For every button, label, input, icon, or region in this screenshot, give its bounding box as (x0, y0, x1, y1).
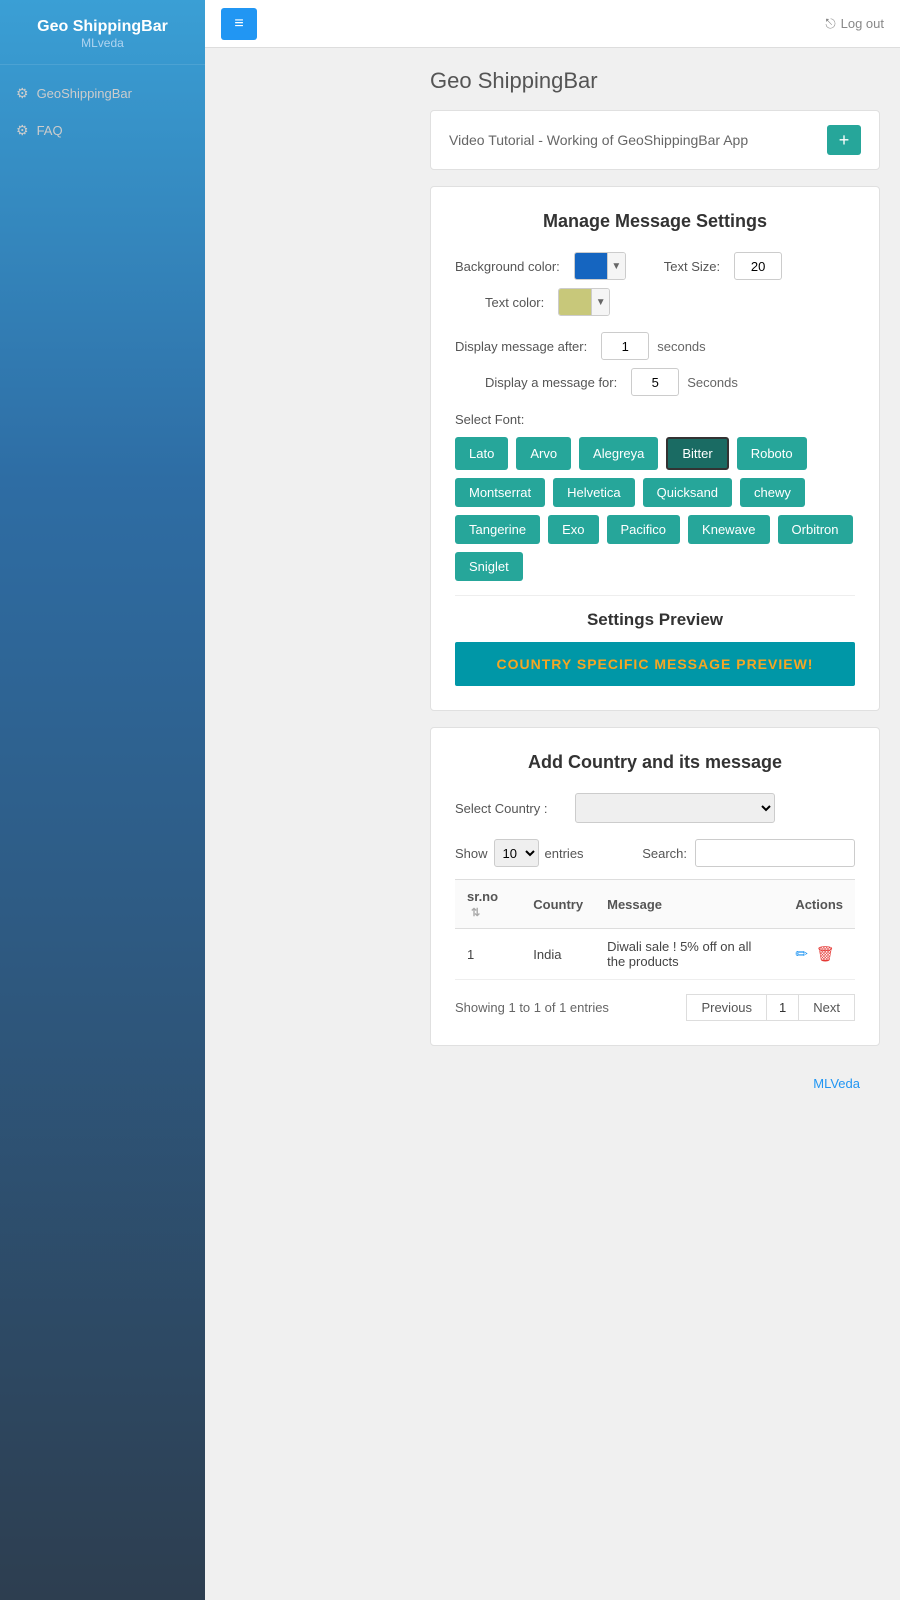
display-for-input[interactable] (631, 368, 679, 396)
font-btn-pacifico[interactable]: Pacifico (607, 515, 681, 544)
sidebar-nav: ⚙ GeoShippingBar ⚙ FAQ (0, 65, 205, 159)
logout-icon: ⎋ (825, 16, 835, 32)
action-icons: ✏ 🗑 (795, 945, 843, 963)
font-btn-exo[interactable]: Exo (548, 515, 598, 544)
data-table: sr.no ⇅ Country Message Actions 1 India … (455, 879, 855, 980)
add-country-title: Add Country and its message (455, 752, 855, 773)
display-after-unit: seconds (657, 339, 705, 354)
col-message: Message (595, 880, 783, 929)
add-country-card: Add Country and its message Select Count… (430, 727, 880, 1046)
sidebar-item-geoshippingbar[interactable]: ⚙ GeoShippingBar (0, 75, 205, 112)
cell-country: India (521, 929, 595, 980)
sidebar-header: Geo ShippingBar MLveda (0, 0, 205, 65)
font-btn-arvo[interactable]: Arvo (516, 437, 571, 470)
search-input[interactable] (695, 839, 855, 867)
font-btn-tangerine[interactable]: Tangerine (455, 515, 540, 544)
manage-message-title: Manage Message Settings (455, 211, 855, 232)
menu-button[interactable]: ≡ (221, 8, 257, 40)
bg-color-picker[interactable]: ▼ (574, 252, 626, 280)
settings-row-2: Display message after: seconds Display a… (455, 332, 855, 396)
select-country-label: Select Country : (455, 801, 565, 816)
font-btn-orbitron[interactable]: Orbitron (778, 515, 853, 544)
divider-1 (455, 595, 855, 596)
text-color-arrow[interactable]: ▼ (591, 288, 609, 316)
entries-select[interactable]: 10 25 50 (494, 839, 539, 867)
table-row: 1 India Diwali sale ! 5% off on all the … (455, 929, 855, 980)
bg-color-label: Background color: (455, 259, 560, 274)
cell-actions: ✏ 🗑 (783, 929, 855, 980)
col-country: Country (521, 880, 595, 929)
display-for-label: Display a message for: (485, 375, 617, 390)
app-title: Geo ShippingBar (10, 18, 195, 36)
table-controls: Show 10 25 50 entries Search: (455, 839, 855, 867)
logout-button[interactable]: ⎋ Log out (825, 16, 884, 32)
display-after-label: Display message after: (455, 339, 587, 354)
font-btn-roboto[interactable]: Roboto (737, 437, 807, 470)
gear-icon-1: ⚙ (16, 85, 29, 102)
settings-row-1: Background color: ▼ Text Size: Text colo… (455, 252, 855, 316)
video-tutorial-label: Video Tutorial - Working of GeoShippingB… (449, 132, 748, 148)
font-buttons: LatoArvoAlegreyaBitter Roboto Montserrat He… (455, 437, 855, 581)
col-actions: Actions (783, 880, 855, 929)
bg-color-arrow[interactable]: ▼ (607, 252, 625, 280)
next-button[interactable]: Next (798, 994, 855, 1021)
bg-color-box (575, 252, 607, 280)
display-after-input[interactable] (601, 332, 649, 360)
settings-preview-title: Settings Preview (455, 610, 855, 630)
sort-icon-srno[interactable]: ⇅ (471, 907, 480, 919)
page-number: 1 (767, 994, 798, 1021)
app-subtitle: MLveda (10, 36, 195, 50)
sidebar: Geo ShippingBar MLveda ⚙ GeoShippingBar … (0, 0, 205, 1600)
logout-label: Log out (841, 16, 884, 31)
text-size-label: Text Size: (664, 259, 720, 274)
search-row: Search: (642, 839, 855, 867)
font-btn-montserrat[interactable]: Montserrat (455, 478, 545, 507)
main-content: Geo ShippingBar Video Tutorial - Working… (410, 48, 900, 1600)
cell-srno: 1 (455, 929, 521, 980)
delete-icon[interactable]: 🗑 (816, 945, 835, 963)
pagination-buttons: Previous 1 Next (686, 994, 855, 1021)
pagination-info: Showing 1 to 1 of 1 entries (455, 1000, 609, 1015)
font-btn-knewave[interactable]: Knewave (688, 515, 769, 544)
footer: MLVeda (430, 1066, 880, 1101)
video-tutorial-button[interactable]: + (827, 125, 861, 155)
sidebar-item-label-geoshippingbar: GeoShippingBar (37, 86, 132, 101)
footer-brand: MLVeda (813, 1076, 860, 1091)
font-btn-quicksand[interactable]: Quicksand (643, 478, 732, 507)
font-btn-lato[interactable]: Lato (455, 437, 508, 470)
show-label: Show (455, 846, 488, 861)
topbar: ≡ ⎋ Log out (205, 0, 900, 48)
font-section-label: Select Font: (455, 412, 855, 427)
preview-bar: COUNTRY SPECIFIC MESSAGE PREVIEW! (455, 642, 855, 686)
manage-message-card: Manage Message Settings Background color… (430, 186, 880, 711)
search-label: Search: (642, 846, 687, 861)
entries-label: entries (545, 846, 584, 861)
display-for-unit: Seconds (687, 375, 738, 390)
country-select[interactable] (575, 793, 775, 823)
text-color-picker[interactable]: ▼ (558, 288, 610, 316)
font-btn-alegreya[interactable]: Alegreya (579, 437, 658, 470)
font-btn-chewy[interactable]: chewy (740, 478, 805, 507)
cell-message: Diwali sale ! 5% off on all the products (595, 929, 783, 980)
table-header-row: sr.no ⇅ Country Message Actions (455, 880, 855, 929)
select-country-row: Select Country : (455, 793, 855, 823)
text-size-input[interactable] (734, 252, 782, 280)
pagination-row: Showing 1 to 1 of 1 entries Previous 1 N… (455, 994, 855, 1021)
video-tutorial-bar: Video Tutorial - Working of GeoShippingB… (430, 110, 880, 170)
show-entries: Show 10 25 50 entries (455, 839, 584, 867)
font-btn-bitter[interactable]: Bitter (666, 437, 728, 470)
edit-icon[interactable]: ✏ (795, 945, 808, 963)
sidebar-item-faq[interactable]: ⚙ FAQ (0, 112, 205, 149)
col-srno: sr.no ⇅ (455, 880, 521, 929)
page-title: Geo ShippingBar (430, 68, 880, 94)
gear-icon-2: ⚙ (16, 122, 29, 139)
text-color-label: Text color: (485, 295, 544, 310)
font-btn-sniglet[interactable]: Sniglet (455, 552, 523, 581)
sidebar-item-label-faq: FAQ (37, 123, 63, 138)
font-btn-helvetica[interactable]: Helvetica (553, 478, 634, 507)
previous-button[interactable]: Previous (686, 994, 767, 1021)
text-color-box (559, 288, 591, 316)
